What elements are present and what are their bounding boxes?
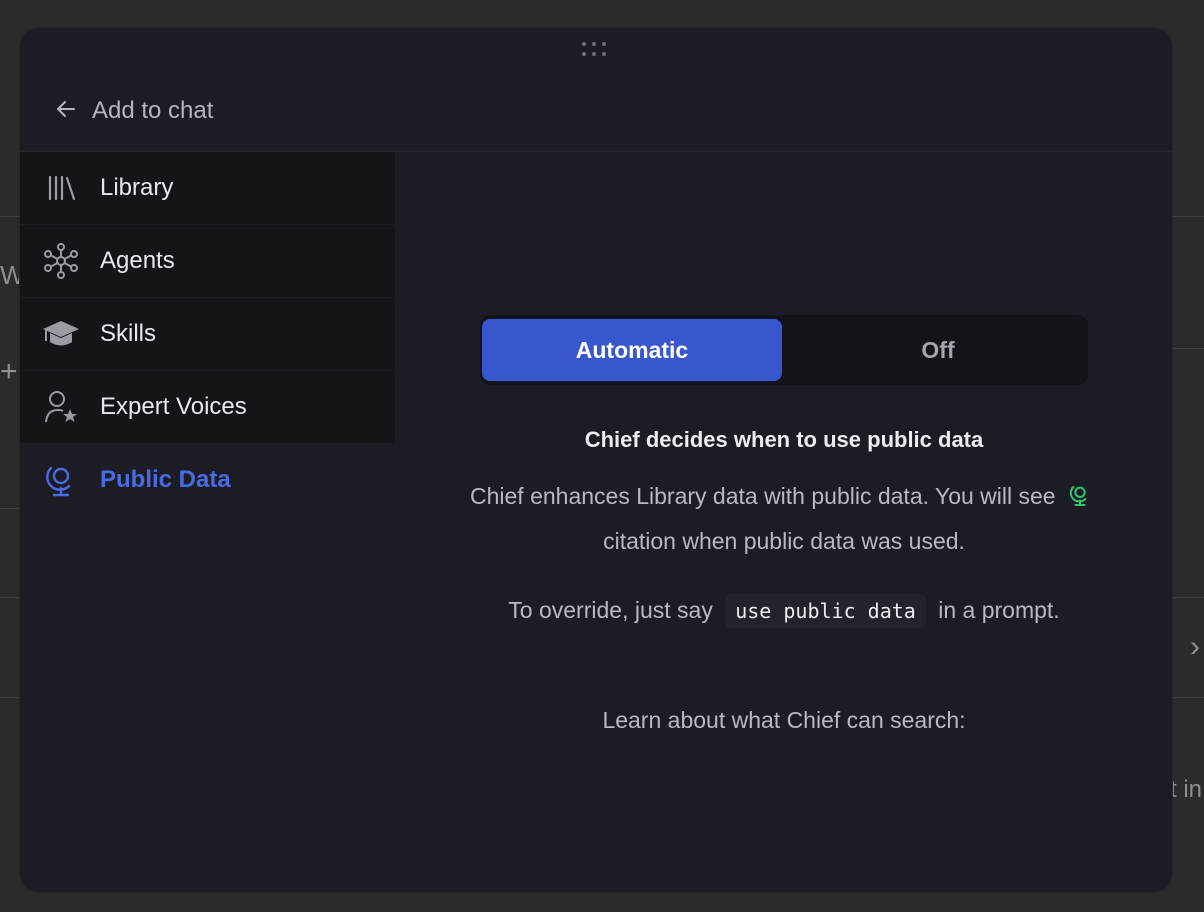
add-to-chat-modal: Add to chat Library Agents Skills Expert… xyxy=(20,28,1172,892)
arrow-left-icon xyxy=(54,97,78,126)
override-before: To override, just say xyxy=(508,597,713,623)
background-text-fragment: t in xyxy=(1170,776,1203,803)
background-divider xyxy=(1172,348,1204,349)
public-data-mode-toggle: Automatic Off xyxy=(480,315,1088,385)
background-divider xyxy=(0,597,20,598)
background-divider xyxy=(0,508,20,509)
public-data-panel: Automatic Off Chief decides when to use … xyxy=(396,152,1172,892)
network-icon xyxy=(42,242,80,280)
sidebar-item-label: Agents xyxy=(100,247,175,274)
sidebar-item-library[interactable]: Library xyxy=(20,152,395,225)
user-star-icon xyxy=(42,388,80,426)
toggle-off[interactable]: Off xyxy=(788,319,1088,381)
globe-stand-icon xyxy=(42,461,80,499)
back-label: Add to chat xyxy=(92,97,214,124)
sidebar-item-label: Library xyxy=(100,174,174,201)
description-part1: Chief enhances Library data with public … xyxy=(470,483,1056,509)
sidebar: Library Agents Skills Expert Voices Publ… xyxy=(20,152,395,517)
back-button[interactable]: Add to chat xyxy=(54,96,213,126)
override-text: To override, just say use public data in… xyxy=(456,592,1112,628)
sidebar-item-label: Skills xyxy=(100,320,157,347)
background-divider xyxy=(0,216,20,217)
learn-more-text: Learn about what Chief can search: xyxy=(602,707,966,733)
sidebar-item-expert-voices[interactable]: Expert Voices xyxy=(20,371,395,444)
toggle-automatic[interactable]: Automatic xyxy=(482,319,782,381)
panel-headline: Chief decides when to use public data xyxy=(584,427,984,452)
background-divider xyxy=(1172,216,1204,217)
background-divider xyxy=(0,697,20,698)
background-divider xyxy=(1172,697,1204,698)
description-part2: citation when public data was used. xyxy=(603,528,965,554)
background-divider xyxy=(1172,597,1204,598)
modal-header: Add to chat xyxy=(20,28,1172,152)
background-plus-icon: + xyxy=(0,355,18,388)
override-after: in a prompt. xyxy=(938,597,1060,623)
description-text: Chief enhances Library data with public … xyxy=(456,476,1112,562)
background-chevron-icon: › xyxy=(1190,630,1200,663)
sidebar-item-public-data[interactable]: Public Data xyxy=(20,444,395,517)
override-code: use public data xyxy=(725,594,926,628)
sidebar-item-skills[interactable]: Skills xyxy=(20,298,395,371)
graduation-cap-icon xyxy=(42,315,80,353)
library-icon xyxy=(42,169,80,207)
sidebar-item-label: Public Data xyxy=(100,466,231,493)
sidebar-item-agents[interactable]: Agents xyxy=(20,225,395,298)
sidebar-item-label: Expert Voices xyxy=(100,393,247,420)
citation-globe-icon xyxy=(1069,480,1090,521)
